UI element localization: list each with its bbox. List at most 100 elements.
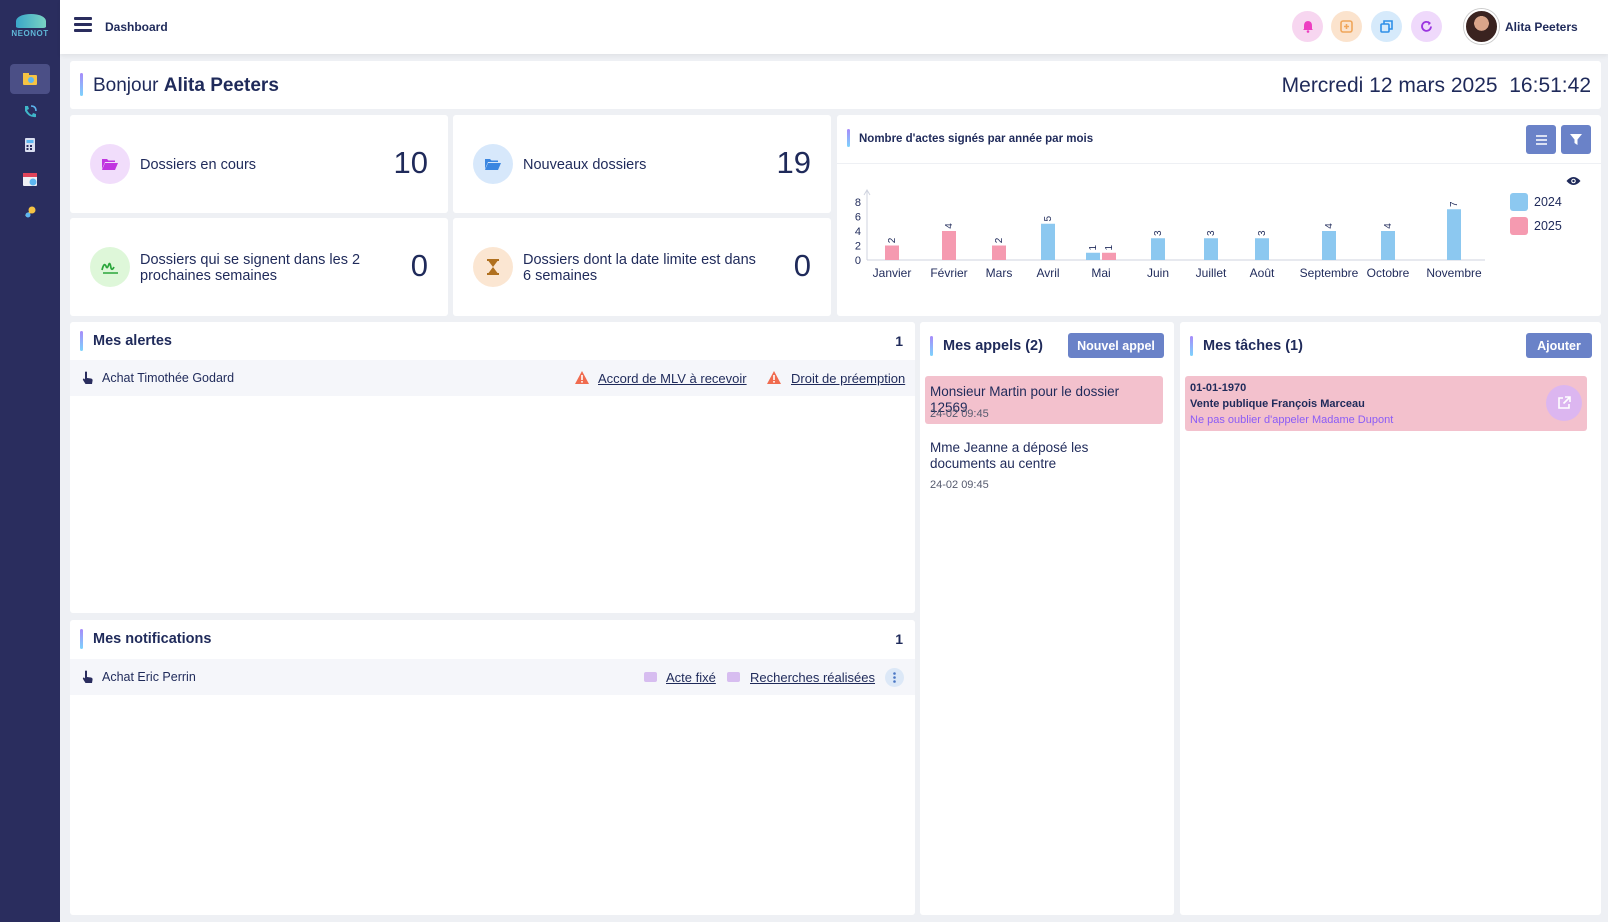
external-link-icon — [1558, 396, 1571, 409]
bar-chart: 0 2 4 6 8 Janvier 2 Février 4 Mars 2 Avril 5 Mai 1 1 Jui… — [855, 189, 1485, 280]
avatar[interactable] — [1464, 9, 1499, 44]
notification-link-acte-fixe[interactable]: Acte fixé — [666, 670, 716, 685]
notification-link-recherches[interactable]: Recherches réalisées — [750, 670, 875, 685]
bar-2024-Mai — [1086, 252, 1100, 260]
data-label: 4 — [1324, 223, 1335, 229]
calculator-icon — [25, 138, 35, 152]
alert-link-mlv[interactable]: Accord de MLV à recevoir — [598, 371, 747, 386]
accent-bar — [847, 129, 850, 147]
sidebar-item-calendar[interactable] — [10, 164, 50, 194]
folder-open-icon — [485, 159, 501, 170]
alerts-count: 1 — [895, 333, 903, 349]
task-item[interactable]: 01-01-1970 Vente publique François Marce… — [1185, 376, 1587, 431]
y-tick-label: 0 — [855, 255, 861, 267]
chart-title: Nombre d'actes signés par année par mois — [859, 133, 1094, 145]
legend-item-2024[interactable]: 2024 — [1510, 193, 1562, 211]
kpi-label: Nouveaux dossiers — [523, 157, 647, 173]
menu-icon[interactable] — [74, 17, 92, 33]
hourglass-icon — [487, 259, 499, 275]
current-datetime: Mercredi 12 mars 2025 16:51:42 — [1282, 74, 1591, 98]
calendar-icon — [23, 173, 37, 186]
x-tick-label: Juin — [1147, 266, 1169, 280]
sidebar-item-keys[interactable] — [10, 198, 50, 228]
envelope-icon — [644, 672, 657, 682]
kpi-card-dossiers-en-cours[interactable]: Dossiers en cours 10 — [70, 115, 448, 213]
sidebar-item-dashboard[interactable] — [10, 64, 50, 94]
warning-icon — [767, 371, 781, 384]
kpi-label: Dossiers dont la date limite est dans 6 … — [523, 252, 756, 284]
task-date: 01-01-1970 — [1190, 382, 1247, 394]
new-call-button[interactable]: Nouvel appel — [1068, 333, 1164, 358]
breadcrumb[interactable]: Dashboard — [105, 20, 168, 34]
keys-icon — [25, 206, 36, 218]
x-tick-label: Novembre — [1426, 266, 1482, 280]
legend-swatch — [1510, 217, 1528, 235]
add-button[interactable] — [1331, 11, 1362, 42]
greeting-hello: Bonjour — [93, 75, 159, 96]
bar-2025-Février — [942, 231, 956, 260]
bar-2024-Novembre — [1447, 209, 1461, 260]
data-label: 3 — [1257, 230, 1268, 236]
kpi-card-dossiers-date-limite[interactable]: Dossiers dont la date limite est dans 6 … — [453, 218, 831, 316]
more-vertical-icon — [893, 672, 896, 683]
x-tick-label: Août — [1250, 266, 1275, 280]
windows-button[interactable] — [1371, 11, 1402, 42]
alert-row[interactable]: Achat Timothée Godard Accord de MLV à re… — [70, 360, 915, 396]
refresh-button[interactable] — [1411, 11, 1442, 42]
accent-bar — [1190, 336, 1193, 356]
add-task-button[interactable]: Ajouter — [1526, 333, 1592, 358]
accent-bar — [80, 73, 83, 96]
bar-2025-Mars — [992, 245, 1006, 260]
kpi-label: Dossiers qui se signent dans les 2 proch… — [140, 252, 361, 284]
app-logo[interactable]: NEONOT — [10, 14, 50, 40]
accent-bar — [80, 629, 83, 649]
eye-icon[interactable] — [1566, 176, 1581, 186]
kpi-value: 10 — [393, 145, 428, 180]
tasks-panel: Mes tâches (1) Ajouter 01-01-1970 Vente … — [1180, 322, 1601, 915]
kpi-value: 0 — [793, 248, 811, 283]
greeting-text: Bonjour Alita Peeters — [93, 75, 279, 97]
data-label: 3 — [1153, 230, 1164, 236]
kpi-value: 0 — [410, 248, 428, 283]
folder-open-icon — [102, 159, 118, 170]
alert-link-preemption[interactable]: Droit de préemption — [791, 371, 905, 386]
data-label: 5 — [1043, 216, 1054, 222]
notifications-button[interactable] — [1292, 11, 1323, 42]
call-item-date: 24-02 09:45 — [930, 479, 989, 491]
legend-label: 2024 — [1534, 195, 1562, 209]
task-title: Vente publique François Marceau — [1190, 398, 1365, 410]
user-name[interactable]: Alita Peeters — [1505, 20, 1578, 34]
legend-item-2025[interactable]: 2025 — [1510, 217, 1562, 235]
notifications-panel: Mes notifications 1 Achat Eric Perrin Ac… — [70, 620, 915, 915]
chart-filter-button[interactable] — [1561, 125, 1591, 154]
notification-row-label: Achat Eric Perrin — [102, 670, 196, 684]
x-tick-label: Janvier — [873, 266, 912, 280]
data-label: 2 — [994, 237, 1005, 243]
alerts-panel: Mes alertes 1 Achat Timothée Godard Acco… — [70, 322, 915, 613]
data-label: 2 — [887, 237, 898, 243]
hand-pointer-icon — [82, 670, 93, 683]
kpi-card-dossiers-signature[interactable]: Dossiers qui se signent dans les 2 proch… — [70, 218, 448, 316]
kpi-card-nouveaux-dossiers[interactable]: Nouveaux dossiers 19 — [453, 115, 831, 213]
call-item-text: Mme Jeanne a déposé les documents au cen… — [930, 440, 1089, 471]
current-time: 16:51:42 — [1509, 74, 1591, 97]
more-options-button[interactable] — [885, 668, 904, 687]
sidebar-item-calls[interactable] — [10, 97, 50, 127]
chart-menu-button[interactable] — [1526, 125, 1556, 154]
tasks-title: Mes tâches (1) — [1203, 338, 1303, 354]
bar-2024-Juin — [1151, 238, 1165, 260]
refresh-icon — [1421, 20, 1432, 32]
bar-2024-Septembre — [1322, 231, 1336, 260]
filter-icon — [1570, 134, 1582, 145]
signature-icon — [101, 262, 118, 274]
call-item[interactable]: Mme Jeanne a déposé les documents au cen… — [925, 440, 1163, 506]
hand-pointer-icon — [82, 371, 93, 384]
sidebar-item-accounting[interactable] — [10, 130, 50, 160]
open-task-button[interactable] — [1546, 385, 1582, 421]
call-item[interactable]: Monsieur Martin pour le dossier 12569 24… — [925, 376, 1163, 424]
y-tick-label: 2 — [855, 241, 861, 253]
kpi-value: 19 — [776, 145, 811, 180]
current-date: Mercredi 12 mars 2025 — [1281, 74, 1498, 97]
greeting-name: Alita Peeters — [163, 75, 279, 96]
notification-row[interactable]: Achat Eric Perrin Acte fixé Recherches r… — [70, 659, 915, 695]
